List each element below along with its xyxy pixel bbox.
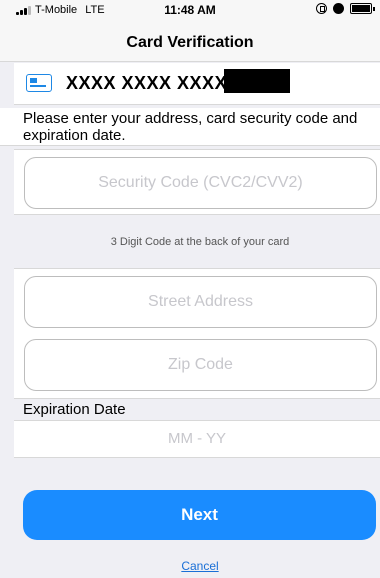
expiration-date-input[interactable]: MM - YY — [14, 420, 380, 458]
instructions-text: Please enter your address, card security… — [0, 108, 380, 146]
battery-icon — [350, 3, 375, 14]
security-code-input[interactable]: Security Code (CVC2/CVV2) — [24, 157, 377, 209]
status-bar: T-Mobile LTE 11:48 AM — [0, 0, 380, 22]
alarm-icon — [333, 3, 344, 14]
credit-card-icon — [26, 74, 52, 92]
page-title: Card Verification — [126, 34, 254, 51]
nav-bar: Card Verification — [0, 22, 380, 62]
street-address-input[interactable]: Street Address — [24, 276, 377, 328]
next-button[interactable]: Next — [23, 490, 376, 540]
address-section: Street Address Zip Code — [14, 268, 380, 399]
zip-code-input[interactable]: Zip Code — [24, 339, 377, 391]
security-code-section: Security Code (CVC2/CVV2) — [14, 149, 380, 215]
card-row: XXXX XXXX XXXX — [14, 63, 380, 105]
expiration-label: Expiration Date — [23, 401, 126, 418]
redaction-block — [224, 69, 290, 93]
card-number: XXXX XXXX XXXX — [66, 73, 228, 93]
status-right — [316, 3, 375, 14]
security-code-hint: 3 Digit Code at the back of your card — [110, 236, 290, 248]
cancel-link[interactable]: Cancel — [0, 559, 380, 573]
rotation-lock-icon — [316, 3, 327, 14]
